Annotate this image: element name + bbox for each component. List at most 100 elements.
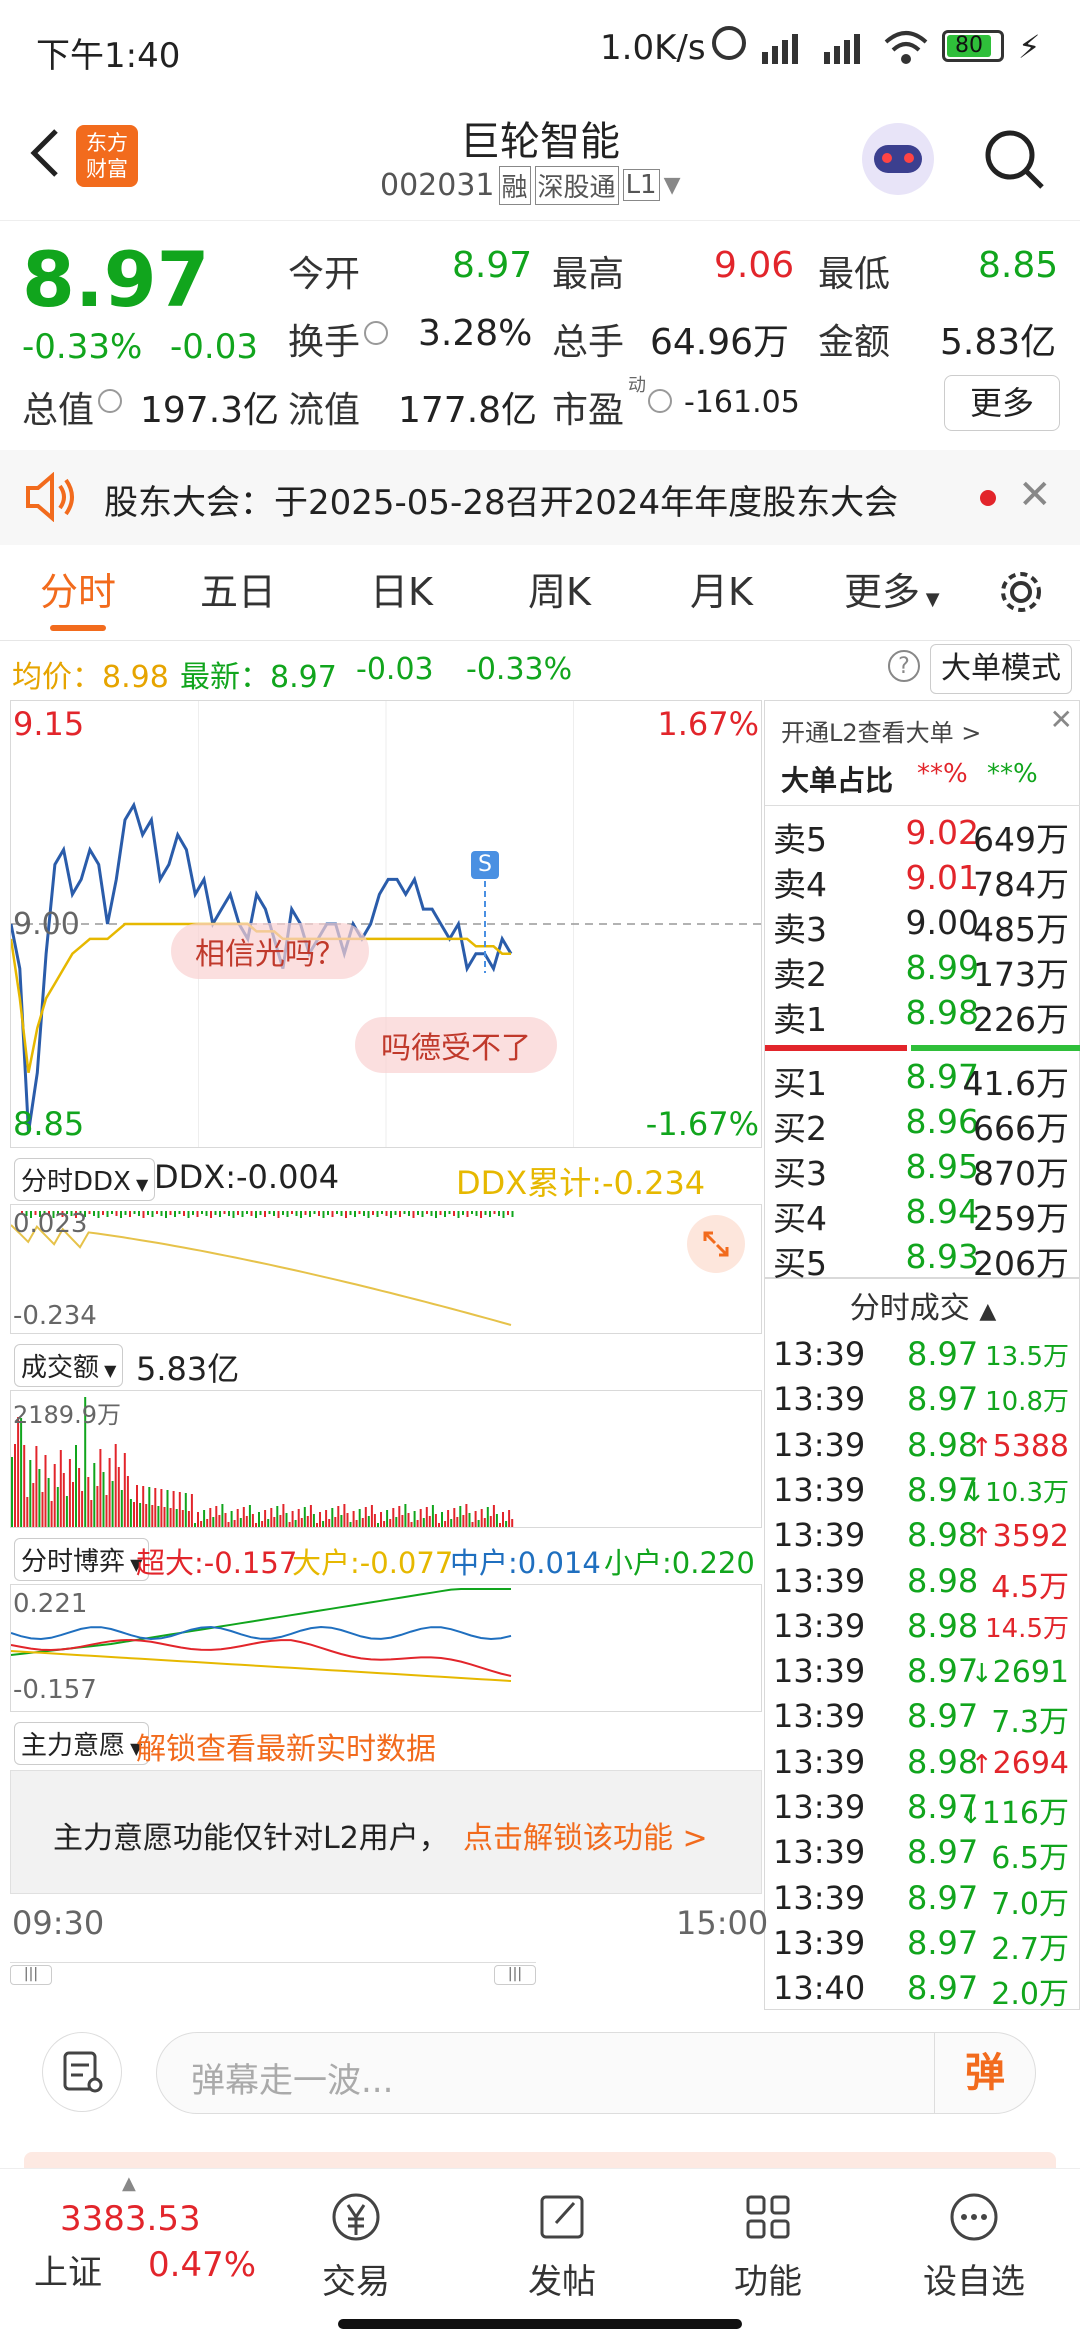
game-header: 分时博弈 ▼ 超大:-0.157 大户:-0.077 中户:0.014 小户:0… bbox=[10, 1530, 762, 1584]
ddx-bar bbox=[255, 1211, 257, 1218]
order-label: 卖5 bbox=[773, 820, 827, 859]
help-icon[interactable]: ? bbox=[888, 650, 920, 682]
ddx-bar bbox=[304, 1211, 307, 1215]
caret-down-icon[interactable]: ▼ bbox=[664, 173, 681, 198]
ddx-bar bbox=[205, 1211, 208, 1216]
info-icon[interactable] bbox=[98, 389, 122, 413]
more-button[interactable]: 更多 bbox=[944, 375, 1060, 431]
notice-bar[interactable]: 股东大会：于2025-05-28召开2024年年度股东大会 ✕ bbox=[0, 450, 1080, 545]
volume-bar bbox=[306, 1516, 309, 1527]
signal-icon bbox=[760, 30, 810, 66]
arrow-up-icon: ↑ bbox=[970, 1523, 993, 1554]
nav-add-watchlist[interactable]: 设自选 bbox=[904, 2189, 1044, 2303]
trade-price: 8.97 bbox=[907, 1335, 979, 1373]
volume-bar bbox=[212, 1517, 215, 1527]
volume-bar bbox=[102, 1472, 105, 1527]
value-float-cap: 177.8亿 bbox=[398, 390, 538, 431]
value-volume: 64.96万 bbox=[650, 322, 790, 363]
ddx-bar bbox=[327, 1211, 329, 1215]
volume-bar bbox=[154, 1488, 157, 1527]
volume-bar bbox=[465, 1504, 468, 1527]
volume-bar bbox=[108, 1458, 111, 1527]
volume-bar bbox=[328, 1519, 331, 1527]
game-chart[interactable]: 0.221 -0.157 bbox=[10, 1584, 762, 1712]
order-volume: 485万 bbox=[973, 910, 1069, 949]
tab-month-k[interactable]: 月K bbox=[690, 545, 753, 640]
nav-post[interactable]: 发帖 bbox=[492, 2189, 632, 2303]
volume-selector[interactable]: 成交额 ▼ bbox=[14, 1344, 124, 1387]
big-order-mode-button[interactable]: 大单模式 bbox=[930, 644, 1072, 694]
ddx-bar bbox=[493, 1211, 496, 1214]
trade-time: 13:39 bbox=[773, 1742, 866, 1781]
volume-bar bbox=[62, 1473, 65, 1527]
info-icon[interactable] bbox=[364, 321, 388, 345]
send-danmaku-button[interactable]: 弹 bbox=[934, 2033, 1035, 2113]
wifi-icon bbox=[882, 28, 930, 68]
volume-bar bbox=[203, 1510, 206, 1527]
main-intent-promo: 主力意愿功能仅针对L2用户， 点击解锁该功能 > bbox=[10, 1770, 762, 1894]
ddx-chart[interactable]: 0.023 -0.234 bbox=[10, 1204, 762, 1334]
ddx-bar bbox=[448, 1211, 451, 1214]
volume-bar bbox=[309, 1505, 312, 1527]
tab-day-k[interactable]: 日K bbox=[370, 545, 433, 640]
index-ticker[interactable]: ▲ 3383.53 上证 0.47% bbox=[20, 2173, 260, 2299]
order-price: 8.96 bbox=[905, 1102, 979, 1141]
danmaku-input[interactable]: 弹幕走一波... 弹 bbox=[156, 2032, 1036, 2114]
volume-bar bbox=[355, 1520, 358, 1527]
volume-bar bbox=[285, 1513, 288, 1527]
volume-bar bbox=[11, 1457, 13, 1527]
info-icon[interactable] bbox=[648, 389, 672, 413]
volume-bar bbox=[129, 1499, 132, 1527]
volume-bar bbox=[444, 1521, 447, 1527]
ddx-bar bbox=[435, 1211, 437, 1218]
intraday-chart[interactable]: 9.15 1.67% 9.00 8.85 -1.67% S 相信光吗？ 吗德受不… bbox=[10, 700, 762, 1148]
nav-trade[interactable]: 交易 bbox=[286, 2189, 426, 2303]
close-icon[interactable]: ✕ bbox=[1018, 472, 1052, 518]
ddx-bar bbox=[160, 1211, 163, 1216]
ddx-bar bbox=[178, 1211, 181, 1214]
ddx-bar bbox=[412, 1211, 415, 1218]
unlock-link[interactable]: 点击解锁该功能 > bbox=[463, 1813, 708, 1857]
gear-icon[interactable] bbox=[996, 567, 1046, 617]
search-icon[interactable] bbox=[980, 125, 1050, 195]
ddx-selector[interactable]: 分时DDX ▼ bbox=[14, 1158, 156, 1201]
nav-functions[interactable]: 功能 bbox=[698, 2189, 838, 2303]
trade-row: 13:40 8.97 2.0万 bbox=[765, 1969, 1075, 2014]
arrow-up-icon: ↑ bbox=[970, 1432, 993, 1463]
volume-chart[interactable]: 2189.9万 bbox=[10, 1390, 762, 1528]
close-icon[interactable]: ✕ bbox=[1050, 703, 1073, 736]
tab-week-k[interactable]: 周K bbox=[528, 545, 591, 640]
s-marker[interactable]: S bbox=[471, 851, 499, 879]
volume-bar bbox=[157, 1506, 160, 1527]
expand-icon[interactable] bbox=[687, 1215, 745, 1273]
trade-row: 13:39 8.97 13.5万 bbox=[765, 1335, 1075, 1380]
robot-assistant-icon[interactable] bbox=[862, 123, 934, 195]
tab-more[interactable]: 更多 ▼ bbox=[844, 545, 940, 640]
ddx-bar bbox=[174, 1211, 176, 1217]
game-selector[interactable]: 分时博弈 ▼ bbox=[14, 1538, 150, 1581]
range-handle-left[interactable]: ||| bbox=[10, 1965, 52, 1985]
home-indicator[interactable] bbox=[338, 2319, 742, 2329]
arrow-up-icon: ↑ bbox=[970, 1749, 993, 1780]
unlock-text[interactable]: 解锁查看最新实时数据 bbox=[136, 1724, 436, 1768]
range-scrollbar[interactable]: ||| ||| bbox=[10, 1962, 536, 1985]
range-handle-right[interactable]: ||| bbox=[494, 1965, 536, 1985]
trade-time: 13:40 bbox=[773, 1969, 866, 2008]
volume-bar bbox=[319, 1512, 321, 1527]
trades-title[interactable]: 分时成交 ▲ bbox=[765, 1283, 1080, 1327]
open-l2-link[interactable]: 开通L2查看大单 > bbox=[781, 713, 981, 748]
yuan-icon bbox=[332, 2193, 380, 2241]
volume-bar bbox=[349, 1522, 352, 1527]
volume-bar bbox=[447, 1510, 450, 1527]
volume-bar bbox=[93, 1463, 96, 1527]
volume-bar bbox=[248, 1505, 251, 1527]
main-intent-selector[interactable]: 主力意愿 ▼ bbox=[14, 1722, 150, 1765]
volume-bar bbox=[105, 1495, 108, 1527]
arrow-down-icon: ↓ bbox=[959, 1800, 982, 1830]
volume-bar bbox=[175, 1509, 178, 1527]
ddx-bar bbox=[408, 1211, 410, 1216]
danmaku-settings-icon[interactable] bbox=[42, 2032, 122, 2112]
tab-5day[interactable]: 五日 bbox=[200, 545, 276, 640]
ddx-top: 0.023 bbox=[13, 1209, 88, 1239]
volume-bar bbox=[56, 1487, 59, 1527]
